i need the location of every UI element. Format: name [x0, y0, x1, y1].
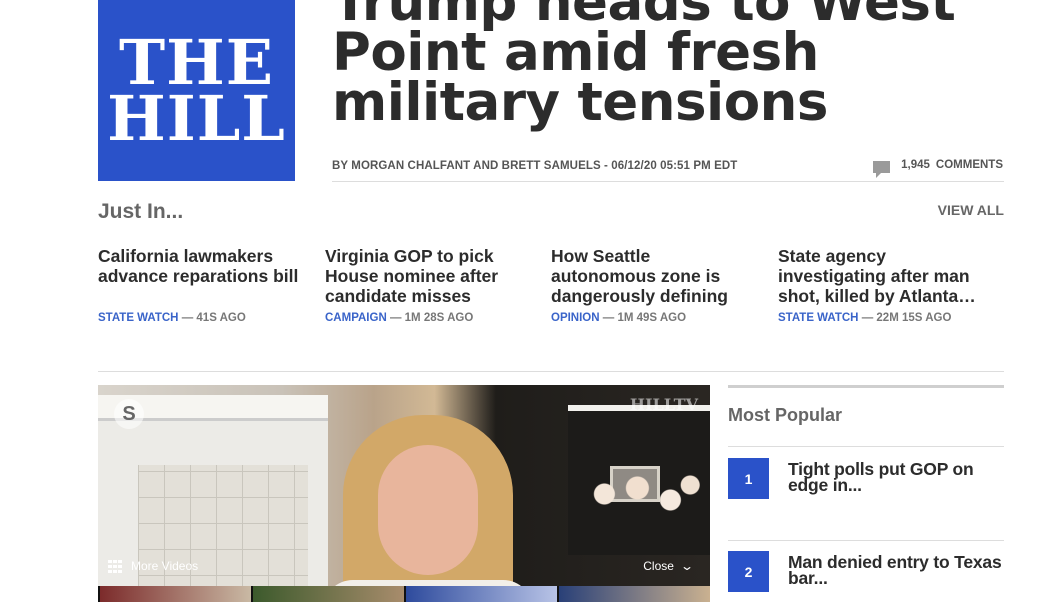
story-category-link[interactable]: OPINION — [551, 312, 600, 324]
story-time: — 1M 49S AGO — [602, 312, 687, 324]
divider — [332, 181, 1004, 182]
popular-title-link[interactable]: Man denied entry to Texas bar... — [788, 551, 1004, 587]
close-button[interactable]: Close ⌄ — [643, 559, 695, 573]
story-category-link[interactable]: STATE WATCH — [778, 312, 859, 324]
video-thumbnail[interactable] — [557, 586, 710, 602]
video-thumbnail[interactable] — [404, 586, 557, 602]
logo-line-2: HILL — [107, 81, 286, 155]
story-category-link[interactable]: CAMPAIGN — [325, 312, 387, 324]
video-thumbnail[interactable] — [251, 586, 404, 602]
just-in-story: State agency investigating after man sho… — [778, 246, 983, 324]
just-in-story: Virginia GOP to pick House nominee after… — [325, 246, 530, 324]
popular-item: 2 Man denied entry to Texas bar... — [728, 551, 1004, 592]
article-headline: Trump heads to West Point amid fresh mil… — [332, 0, 956, 133]
divider — [728, 540, 1004, 541]
divider — [728, 446, 1004, 447]
story-meta: STATE WATCH — 41S AGO — [98, 312, 303, 324]
just-in-story: How Seattle autonomous zone is dangerous… — [551, 246, 756, 324]
story-category-link[interactable]: STATE WATCH — [98, 312, 179, 324]
hilltv-watermark: HILLTV — [629, 395, 698, 414]
most-popular-heading: Most Popular — [728, 405, 843, 425]
comments-label: COMMENTS — [935, 159, 1003, 171]
most-popular-top-bar — [728, 385, 1004, 388]
grid-icon — [108, 559, 122, 573]
divider — [98, 371, 1004, 372]
story-time: — 22M 15S AGO — [861, 312, 952, 324]
video-thumbnail[interactable] — [98, 586, 251, 602]
story-title-link[interactable]: State agency investigating after man sho… — [778, 246, 983, 306]
skype-icon: S — [114, 399, 144, 429]
more-videos-button[interactable]: More Videos — [108, 559, 198, 573]
story-title-link[interactable]: California lawmakers advance reparations… — [98, 246, 303, 306]
more-videos-label: More Videos — [131, 559, 199, 573]
just-in-heading: Just In... — [98, 200, 184, 223]
comment-icon — [873, 161, 891, 178]
video-background-flowers — [578, 470, 710, 530]
story-time: — 1M 28S AGO — [389, 312, 474, 324]
the-hill-logo[interactable]: THE HILL — [98, 0, 295, 181]
chevron-down-icon: ⌄ — [679, 559, 695, 573]
story-meta: CAMPAIGN — 1M 28S AGO — [325, 312, 530, 324]
close-label: Close — [643, 559, 674, 573]
popular-item: 1 Tight polls put GOP on edge in... — [728, 458, 1004, 499]
comments-count: 1,945 — [901, 159, 930, 171]
video-thumbnail-strip — [98, 586, 710, 602]
popular-rank: 2 — [728, 551, 769, 592]
article-byline: BY MORGAN CHALFANT AND BRETT SAMUELS - 0… — [332, 160, 738, 172]
story-time: — 41S AGO — [181, 312, 246, 324]
story-title-link[interactable]: How Seattle autonomous zone is dangerous… — [551, 246, 756, 306]
popular-rank: 1 — [728, 458, 769, 499]
video-speaker — [313, 415, 543, 602]
story-meta: STATE WATCH — 22M 15S AGO — [778, 312, 983, 324]
video-player[interactable]: S HILLTV More Videos Close ⌄ — [98, 385, 710, 602]
view-all-link[interactable]: VIEW ALL — [938, 202, 1004, 218]
story-title-link[interactable]: Virginia GOP to pick House nominee after… — [325, 246, 530, 306]
story-meta: OPINION — 1M 49S AGO — [551, 312, 756, 324]
just-in-story: California lawmakers advance reparations… — [98, 246, 303, 324]
comments-link[interactable]: 1,945 COMMENTS — [873, 159, 1003, 178]
popular-title-link[interactable]: Tight polls put GOP on edge in... — [788, 458, 1004, 494]
